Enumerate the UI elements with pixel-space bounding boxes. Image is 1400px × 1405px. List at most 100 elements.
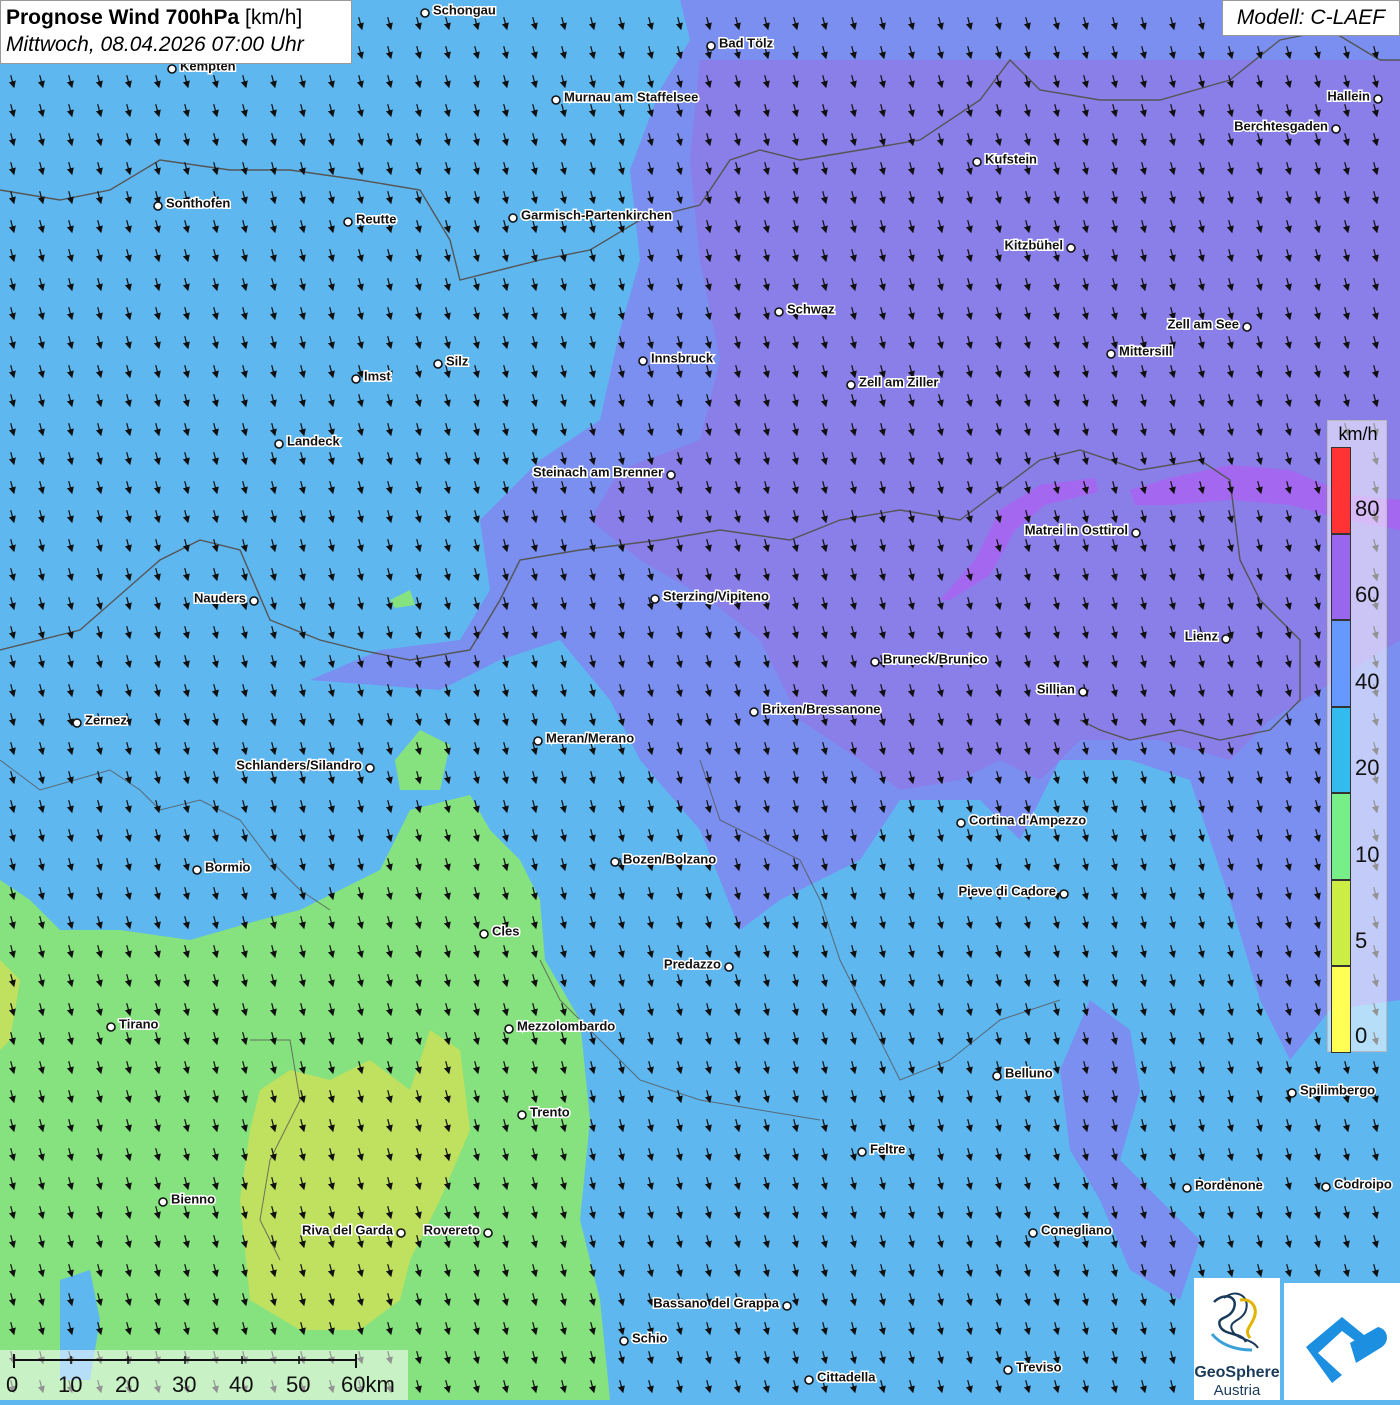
city-label: Trento [530, 1104, 570, 1119]
legend-tick-label: 5 [1355, 928, 1368, 953]
scale-label-50: 50 [286, 1372, 311, 1397]
legend-swatch [1331, 533, 1351, 620]
model-label: Modell: C-LAEF [1222, 0, 1400, 36]
city-dot [666, 470, 676, 480]
city-dot [433, 359, 443, 369]
city-label: Berchtesgaden [1234, 118, 1328, 133]
legend-swatch [1331, 879, 1351, 966]
city-dot [504, 1024, 514, 1034]
city-label: Brixen/Bressanone [762, 701, 881, 716]
city-dot [870, 657, 880, 667]
city-label: Codroipo [1334, 1176, 1392, 1191]
city-label: Sillian [1037, 681, 1075, 696]
city-label: Matrei in Osttirol [1025, 522, 1128, 537]
title-unit: [km/h] [245, 6, 303, 29]
city-label: Bormio [205, 859, 251, 874]
city-label: Conegliano [1041, 1222, 1112, 1237]
city-label: Meran/Merano [546, 730, 634, 745]
city-label: Cortina d'Ampezzo [969, 812, 1086, 827]
city-label: Zernez [85, 712, 127, 727]
city-dot [1373, 94, 1383, 104]
city-dot [396, 1228, 406, 1238]
city-dot [167, 64, 177, 74]
city-label: Riva del Garda [302, 1222, 394, 1237]
logo-sub: Austria [1213, 1382, 1261, 1399]
city-label: Silz [446, 353, 469, 368]
city-label: Zell am See [1167, 316, 1239, 331]
city-dot [365, 763, 375, 773]
city-label: Cles [492, 923, 519, 938]
city-label: Bassano del Grappa [653, 1295, 779, 1310]
city-label: Garmisch-Partenkirchen [521, 207, 672, 222]
city-dot [1106, 349, 1116, 359]
city-label: Zell am Ziller [859, 374, 938, 389]
city-dot [1059, 889, 1069, 899]
city-dot [1221, 634, 1231, 644]
city-label: Treviso [1016, 1359, 1062, 1374]
scale-bar: 0 10 20 30 40 50 60km [0, 1350, 408, 1400]
city-dot [1182, 1183, 1192, 1193]
map-title: Prognose Wind 700hPa [km/h] [6, 4, 346, 32]
city-dot [857, 1147, 867, 1157]
city-dot [1066, 243, 1076, 253]
city-label: Landeck [287, 433, 341, 448]
geosphere-logo[interactable]: GeoSphere Austria [1194, 1278, 1280, 1400]
city-label: Tirano [119, 1016, 159, 1031]
city-label: Schlanders/Silandro [236, 757, 362, 772]
city-dot [1078, 687, 1088, 697]
city-label: Reutte [356, 211, 396, 226]
city-label: Sonthofen [166, 195, 230, 210]
city-label: Bozen/Bolzano [623, 851, 716, 866]
legend-tick-label: 10 [1355, 841, 1380, 867]
city-dot [638, 356, 648, 366]
city-dot [508, 213, 518, 223]
city-label: Schongau [433, 2, 496, 17]
city-dot [804, 1375, 814, 1385]
city-dot [274, 439, 284, 449]
city-label: Hallein [1327, 88, 1370, 103]
legend-swatch [1331, 793, 1351, 880]
city-label: Spilimbergo [1300, 1082, 1375, 1097]
color-legend: km/h 80 60 40 20 10 5 0 [1327, 420, 1387, 1053]
city-label: Sterzing/Vipiteno [663, 588, 769, 603]
city-dot [1028, 1228, 1038, 1238]
city-dot [782, 1301, 792, 1311]
city-label: Predazzo [664, 956, 721, 971]
city-dot [249, 596, 259, 606]
city-label: Feltre [870, 1141, 905, 1156]
city-dot [420, 8, 430, 18]
scale-label-40: 40 [229, 1372, 254, 1397]
legend-unit: km/h [1338, 424, 1378, 444]
city-dot [351, 374, 361, 384]
city-dot [619, 1336, 629, 1346]
city-label: Belluno [1005, 1065, 1053, 1080]
title-main: Prognose Wind 700hPa [6, 6, 240, 29]
city-dot [1331, 124, 1341, 134]
legend-swatch [1331, 447, 1351, 534]
legend-tick-label: 40 [1355, 668, 1380, 694]
city-label: Rovereto [424, 1222, 480, 1237]
wind-map[interactable]: SchongauBad TölzKemptenMurnau am Staffel… [0, 0, 1400, 1400]
city-dot [749, 707, 759, 717]
legend-swatch [1331, 620, 1351, 707]
city-dot [158, 1197, 168, 1207]
city-label: Bruneck/Brunico [883, 651, 988, 666]
weather-app-logo[interactable] [1284, 1283, 1400, 1400]
city-label: Kitzbühel [1005, 237, 1064, 252]
city-dot [1287, 1088, 1297, 1098]
legend-tick-label: 20 [1355, 755, 1380, 780]
scale-label-10: 10 [58, 1372, 83, 1397]
city-label: Mittersill [1119, 343, 1172, 358]
city-dot [72, 718, 82, 728]
city-dot [1321, 1182, 1331, 1192]
city-label: Schwaz [787, 301, 835, 316]
city-dot [956, 818, 966, 828]
legend-tick-label: 0 [1355, 1022, 1368, 1048]
legend-tick-label: 60 [1355, 582, 1380, 607]
city-dot [706, 41, 716, 51]
city-dot [774, 307, 784, 317]
city-label: Cittadella [817, 1369, 876, 1384]
city-dot [106, 1022, 116, 1032]
legend-swatch [1331, 706, 1351, 793]
city-dot [551, 95, 561, 105]
